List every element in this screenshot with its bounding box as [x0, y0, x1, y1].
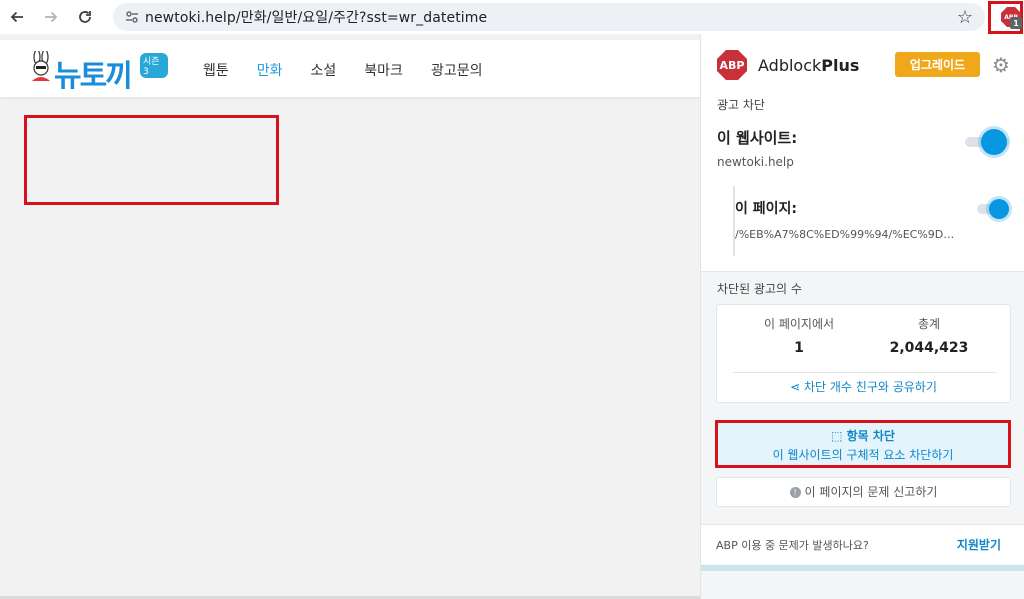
total-stat-label: 총계	[917, 317, 941, 331]
info-icon: !	[789, 487, 801, 498]
page-stat-value: 1	[794, 340, 804, 356]
highlighted-ad-area	[24, 115, 279, 205]
page-section	[733, 186, 1013, 256]
popup-header: ABP AdblockPlus 업그레이드 ⚙	[701, 34, 1024, 94]
reload-icon[interactable]	[68, 0, 102, 34]
upgrade-button[interactable]: 업그레이드	[895, 52, 980, 77]
block-element-desc: 이 웹사이트의 구체적 요소 차단하기	[772, 448, 954, 462]
extension-badge: 1	[1010, 17, 1022, 29]
page-stat: 이 페이지에서 1	[734, 315, 864, 356]
nav-novel[interactable]: 소설	[311, 60, 337, 80]
stats-card: 이 페이지에서 1 총계 2,044,423 ⋖ 차단 개수 친구와 공유하기	[716, 304, 1011, 403]
support-question: ABP 이용 중 문제가 발생하나요?	[716, 539, 869, 552]
page-path: /%EB%A7%8C%ED%99%94/%EC%9D%BC%EB%B0%98/%…	[735, 228, 963, 241]
logo-text: 뉴토끼	[54, 59, 133, 94]
block-element-button[interactable]: ⬚ 항목 차단 이 웹사이트의 구체적 요소 차단하기	[715, 420, 1011, 468]
select-cursor-icon: ⬚	[831, 429, 847, 443]
total-stat-value: 2,044,423	[889, 340, 969, 356]
forward-arrow-icon[interactable]	[34, 0, 68, 34]
block-element-title: ⬚ 항목 차단	[831, 429, 895, 443]
abp-logo: ABP	[717, 50, 747, 80]
share-icon: ⋖	[790, 380, 804, 394]
address-bar[interactable]: newtoki.help/만화/일반/요일/주간?sst=wr_datetime…	[113, 3, 985, 31]
abp-title: AdblockPlus	[758, 56, 860, 75]
page-label: 이 페이지:	[735, 201, 797, 217]
browser-toolbar: newtoki.help/만화/일반/요일/주간?sst=wr_datetime…	[0, 0, 1024, 34]
support-bar: ABP 이용 중 문제가 발생하나요? 지원받기	[701, 524, 1024, 564]
bookmark-star-icon[interactable]: ☆	[957, 7, 973, 28]
nav-bookmark[interactable]: 북마크	[364, 60, 403, 80]
site-logo[interactable]: 뉴토끼 시즌3	[28, 51, 168, 94]
nav-manga[interactable]: 만화	[257, 60, 283, 80]
site-nav: 웹툰 만화 소설 북마크 광고문의	[203, 60, 510, 80]
back-arrow-icon[interactable]	[0, 0, 34, 34]
nav-webtoon[interactable]: 웹툰	[203, 60, 229, 80]
stats-divider	[733, 372, 996, 373]
website-toggle[interactable]	[965, 129, 1009, 155]
website-label: 이 웹사이트:	[717, 129, 798, 147]
nav-ad-inquiry[interactable]: 광고문의	[431, 60, 483, 80]
rabbit-mascot-icon	[32, 51, 50, 81]
total-stat: 총계 2,044,423	[864, 315, 994, 356]
site-info-icon[interactable]	[119, 10, 145, 24]
gear-icon[interactable]: ⚙	[992, 53, 1010, 77]
page-toggle[interactable]	[977, 199, 1009, 219]
blocked-count-label: 차단된 광고의 수	[717, 282, 802, 296]
report-issue-button[interactable]: ! 이 페이지의 문제 신고하기	[716, 477, 1011, 507]
footer-strip	[701, 565, 1024, 571]
url-text[interactable]: newtoki.help/만화/일반/요일/주간?sst=wr_datetime	[145, 7, 487, 27]
website-domain: newtoki.help	[717, 155, 794, 169]
share-link[interactable]: ⋖ 차단 개수 친구와 공유하기	[717, 378, 1010, 395]
logo-bubble: 시즌3	[140, 53, 168, 78]
get-support-link[interactable]: 지원받기	[957, 536, 1001, 553]
page-stat-label: 이 페이지에서	[763, 317, 835, 331]
adblock-popup: ABP AdblockPlus 업그레이드 ⚙ 광고 차단 이 웹사이트: ne…	[700, 34, 1024, 599]
ad-block-section-label: 광고 차단	[717, 98, 765, 112]
